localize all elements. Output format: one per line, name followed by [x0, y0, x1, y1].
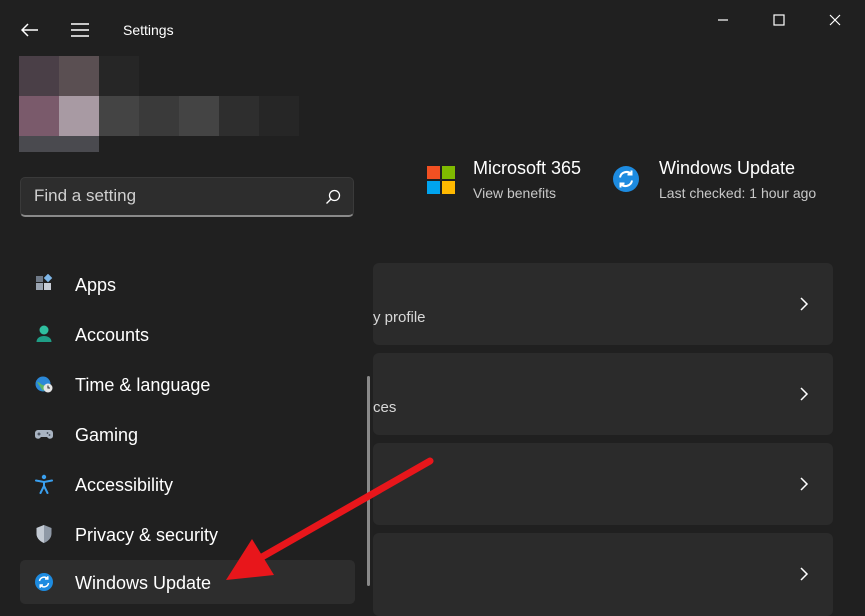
time-language-icon	[34, 374, 54, 394]
sidebar-item-label: Accounts	[75, 325, 150, 345]
close-button[interactable]	[812, 6, 858, 34]
sidebar-item-accessibility[interactable]: Accessibility	[20, 462, 355, 506]
windows-update-icon	[613, 166, 639, 192]
windows-update-title: Windows Update	[659, 158, 796, 178]
card-subtitle: ces	[373, 399, 397, 416]
settings-card[interactable]	[373, 533, 833, 616]
windows-update-status[interactable]: Windows Update Last checked: 1 hour ago	[608, 152, 838, 208]
minimize-button[interactable]	[700, 6, 746, 34]
accessibility-icon	[34, 474, 54, 494]
sidebar-item-windows-update[interactable]: Windows Update	[20, 560, 355, 604]
chevron-right-icon	[800, 477, 809, 491]
microsoft-365-subtitle: View benefits	[473, 185, 557, 201]
search-input[interactable]	[34, 178, 304, 214]
hamburger-menu-icon	[71, 23, 89, 37]
microsoft-365-title: Microsoft 365	[473, 158, 582, 178]
user-avatar[interactable]	[19, 56, 299, 152]
maximize-button[interactable]	[756, 6, 802, 34]
microsoft-365-link[interactable]: Microsoft 365 View benefits	[420, 152, 590, 208]
search-icon	[326, 189, 341, 204]
sidebar-item-time-language[interactable]: Time & language	[20, 362, 355, 406]
chevron-right-icon	[800, 387, 809, 401]
sidebar-item-apps[interactable]: Apps	[20, 262, 355, 306]
windows-update-last-checked: Last checked: 1 hour ago	[659, 185, 817, 201]
search-box[interactable]	[20, 177, 354, 217]
settings-card[interactable]: y profile	[373, 263, 833, 345]
sidebar-item-privacy-security[interactable]: Privacy & security	[20, 512, 355, 556]
close-icon	[829, 14, 841, 26]
sidebar-item-label: Windows Update	[75, 573, 212, 593]
sidebar-item-label: Time & language	[75, 375, 211, 395]
settings-card[interactable]	[373, 443, 833, 525]
maximize-icon	[773, 14, 785, 26]
microsoft-logo-icon	[427, 166, 455, 194]
window-title: Settings	[123, 22, 174, 38]
settings-card[interactable]: ces	[373, 353, 833, 435]
gaming-icon	[34, 424, 54, 444]
search-button[interactable]	[323, 187, 343, 207]
sidebar-item-label: Privacy & security	[75, 525, 219, 545]
windows-update-icon	[34, 572, 54, 592]
sidebar-item-accounts[interactable]: Accounts	[20, 312, 355, 356]
card-subtitle: y profile	[373, 309, 426, 326]
back-arrow-icon	[21, 23, 38, 37]
back-button[interactable]	[14, 14, 46, 46]
sidebar-scrollbar[interactable]	[367, 376, 370, 586]
accounts-icon	[34, 324, 54, 344]
sidebar-item-label: Gaming	[75, 425, 139, 445]
chevron-right-icon	[800, 567, 809, 581]
sidebar-item-label: Apps	[75, 275, 117, 295]
menu-button[interactable]	[64, 14, 96, 46]
sidebar-item-label: Accessibility	[75, 475, 174, 495]
shield-icon	[34, 524, 54, 544]
chevron-right-icon	[800, 297, 809, 311]
sidebar-item-gaming[interactable]: Gaming	[20, 412, 355, 456]
apps-icon	[34, 274, 54, 294]
minimize-icon	[718, 19, 728, 21]
